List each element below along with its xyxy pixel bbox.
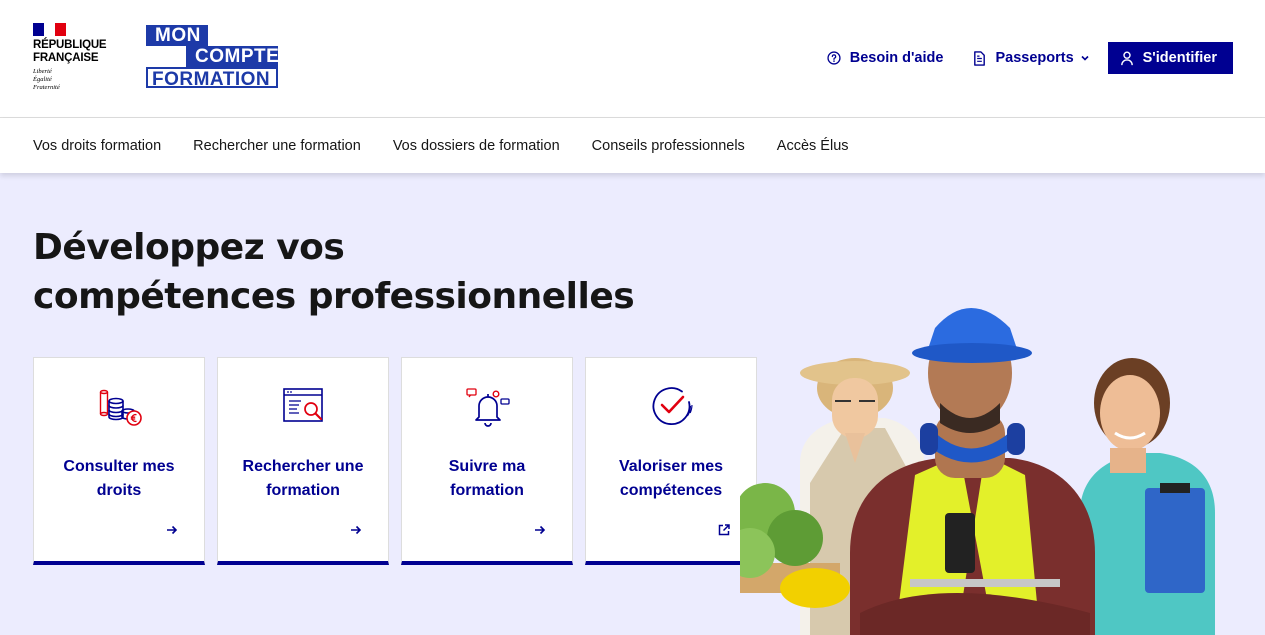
logo-line-formation: FORMATION	[146, 67, 278, 90]
question-circle-icon	[827, 51, 841, 65]
mon-compte-formation-logo[interactable]: MON COMPTE FORMATION	[146, 25, 279, 91]
passports-label: Passeports	[995, 50, 1074, 66]
logo-line-compte: COMPTE	[186, 46, 279, 67]
user-icon	[1120, 51, 1133, 65]
arrow-right-icon	[351, 525, 362, 535]
hero-title-line2: compétences professionnelles	[33, 276, 635, 317]
login-label: S'identifier	[1142, 50, 1217, 66]
rf-motto-egalite: Égalité	[33, 76, 52, 83]
nav-item-conseils[interactable]: Conseils professionnels	[592, 138, 745, 154]
rf-motto-fraternite: Fraternité	[33, 84, 60, 91]
card-consulter-droits[interactable]: Consulter mes droits	[33, 357, 205, 565]
hero-title-line1: Développez vos	[33, 227, 345, 268]
hero-title: Développez vos compétences professionnel…	[33, 223, 635, 321]
rf-name-line2: FRANÇAISE	[33, 51, 99, 64]
rf-motto-liberte: Liberté	[33, 68, 52, 75]
nurse-figure	[1080, 358, 1215, 635]
card-suivre-formation[interactable]: Suivre ma formation	[401, 357, 573, 565]
coins-euro-icon	[99, 389, 142, 426]
search-window-icon	[283, 388, 323, 422]
card-rechercher-formation[interactable]: Rechercher une formation	[217, 357, 389, 565]
nav-item-dossiers[interactable]: Vos dossiers de formation	[393, 138, 560, 154]
check-circle-icon	[652, 387, 693, 425]
arrow-right-icon	[167, 525, 178, 535]
republique-francaise-logo[interactable]: RÉPUBLIQUE FRANÇAISE Liberté Égalité Fra…	[33, 23, 123, 92]
card-label: Rechercher une formation	[242, 458, 364, 499]
rf-name-line1: RÉPUBLIQUE	[33, 39, 107, 51]
help-label: Besoin d'aide	[849, 50, 944, 66]
rf-motto: Liberté Égalité Fraternité	[33, 68, 123, 92]
marianne-flag-icon	[33, 23, 66, 36]
hero-section: Développez vos compétences professionnel…	[0, 173, 1265, 635]
document-icon	[974, 50, 986, 66]
nav-item-acces-elus[interactable]: Accès Élus	[777, 138, 849, 154]
external-link-icon	[718, 524, 730, 536]
site-header: RÉPUBLIQUE FRANÇAISE Liberté Égalité Fra…	[0, 0, 1265, 118]
nav-item-rechercher[interactable]: Rechercher une formation	[193, 138, 361, 154]
nav-item-droits[interactable]: Vos droits formation	[33, 138, 161, 154]
chevron-down-icon	[1081, 55, 1089, 61]
card-label: Consulter mes droits	[63, 458, 175, 499]
workers-photo	[740, 308, 1215, 635]
card-valoriser-competences[interactable]: Valoriser mes compétences	[585, 357, 757, 565]
card-label: Valoriser mes compétences	[618, 458, 724, 499]
header-actions: Besoin d'aide Passeports S'identifier	[797, 42, 1233, 74]
card-label: Suivre ma formation	[448, 458, 526, 499]
main-navigation: Vos droits formation Rechercher une form…	[0, 118, 1265, 173]
arrow-right-icon	[535, 525, 546, 535]
login-button[interactable]: S'identifier	[1107, 42, 1233, 74]
passports-dropdown[interactable]: Passeports	[973, 50, 1089, 66]
logo-line-mon: MON	[146, 25, 208, 46]
notification-bell-icon	[466, 388, 510, 427]
help-link[interactable]: Besoin d'aide	[827, 50, 944, 66]
